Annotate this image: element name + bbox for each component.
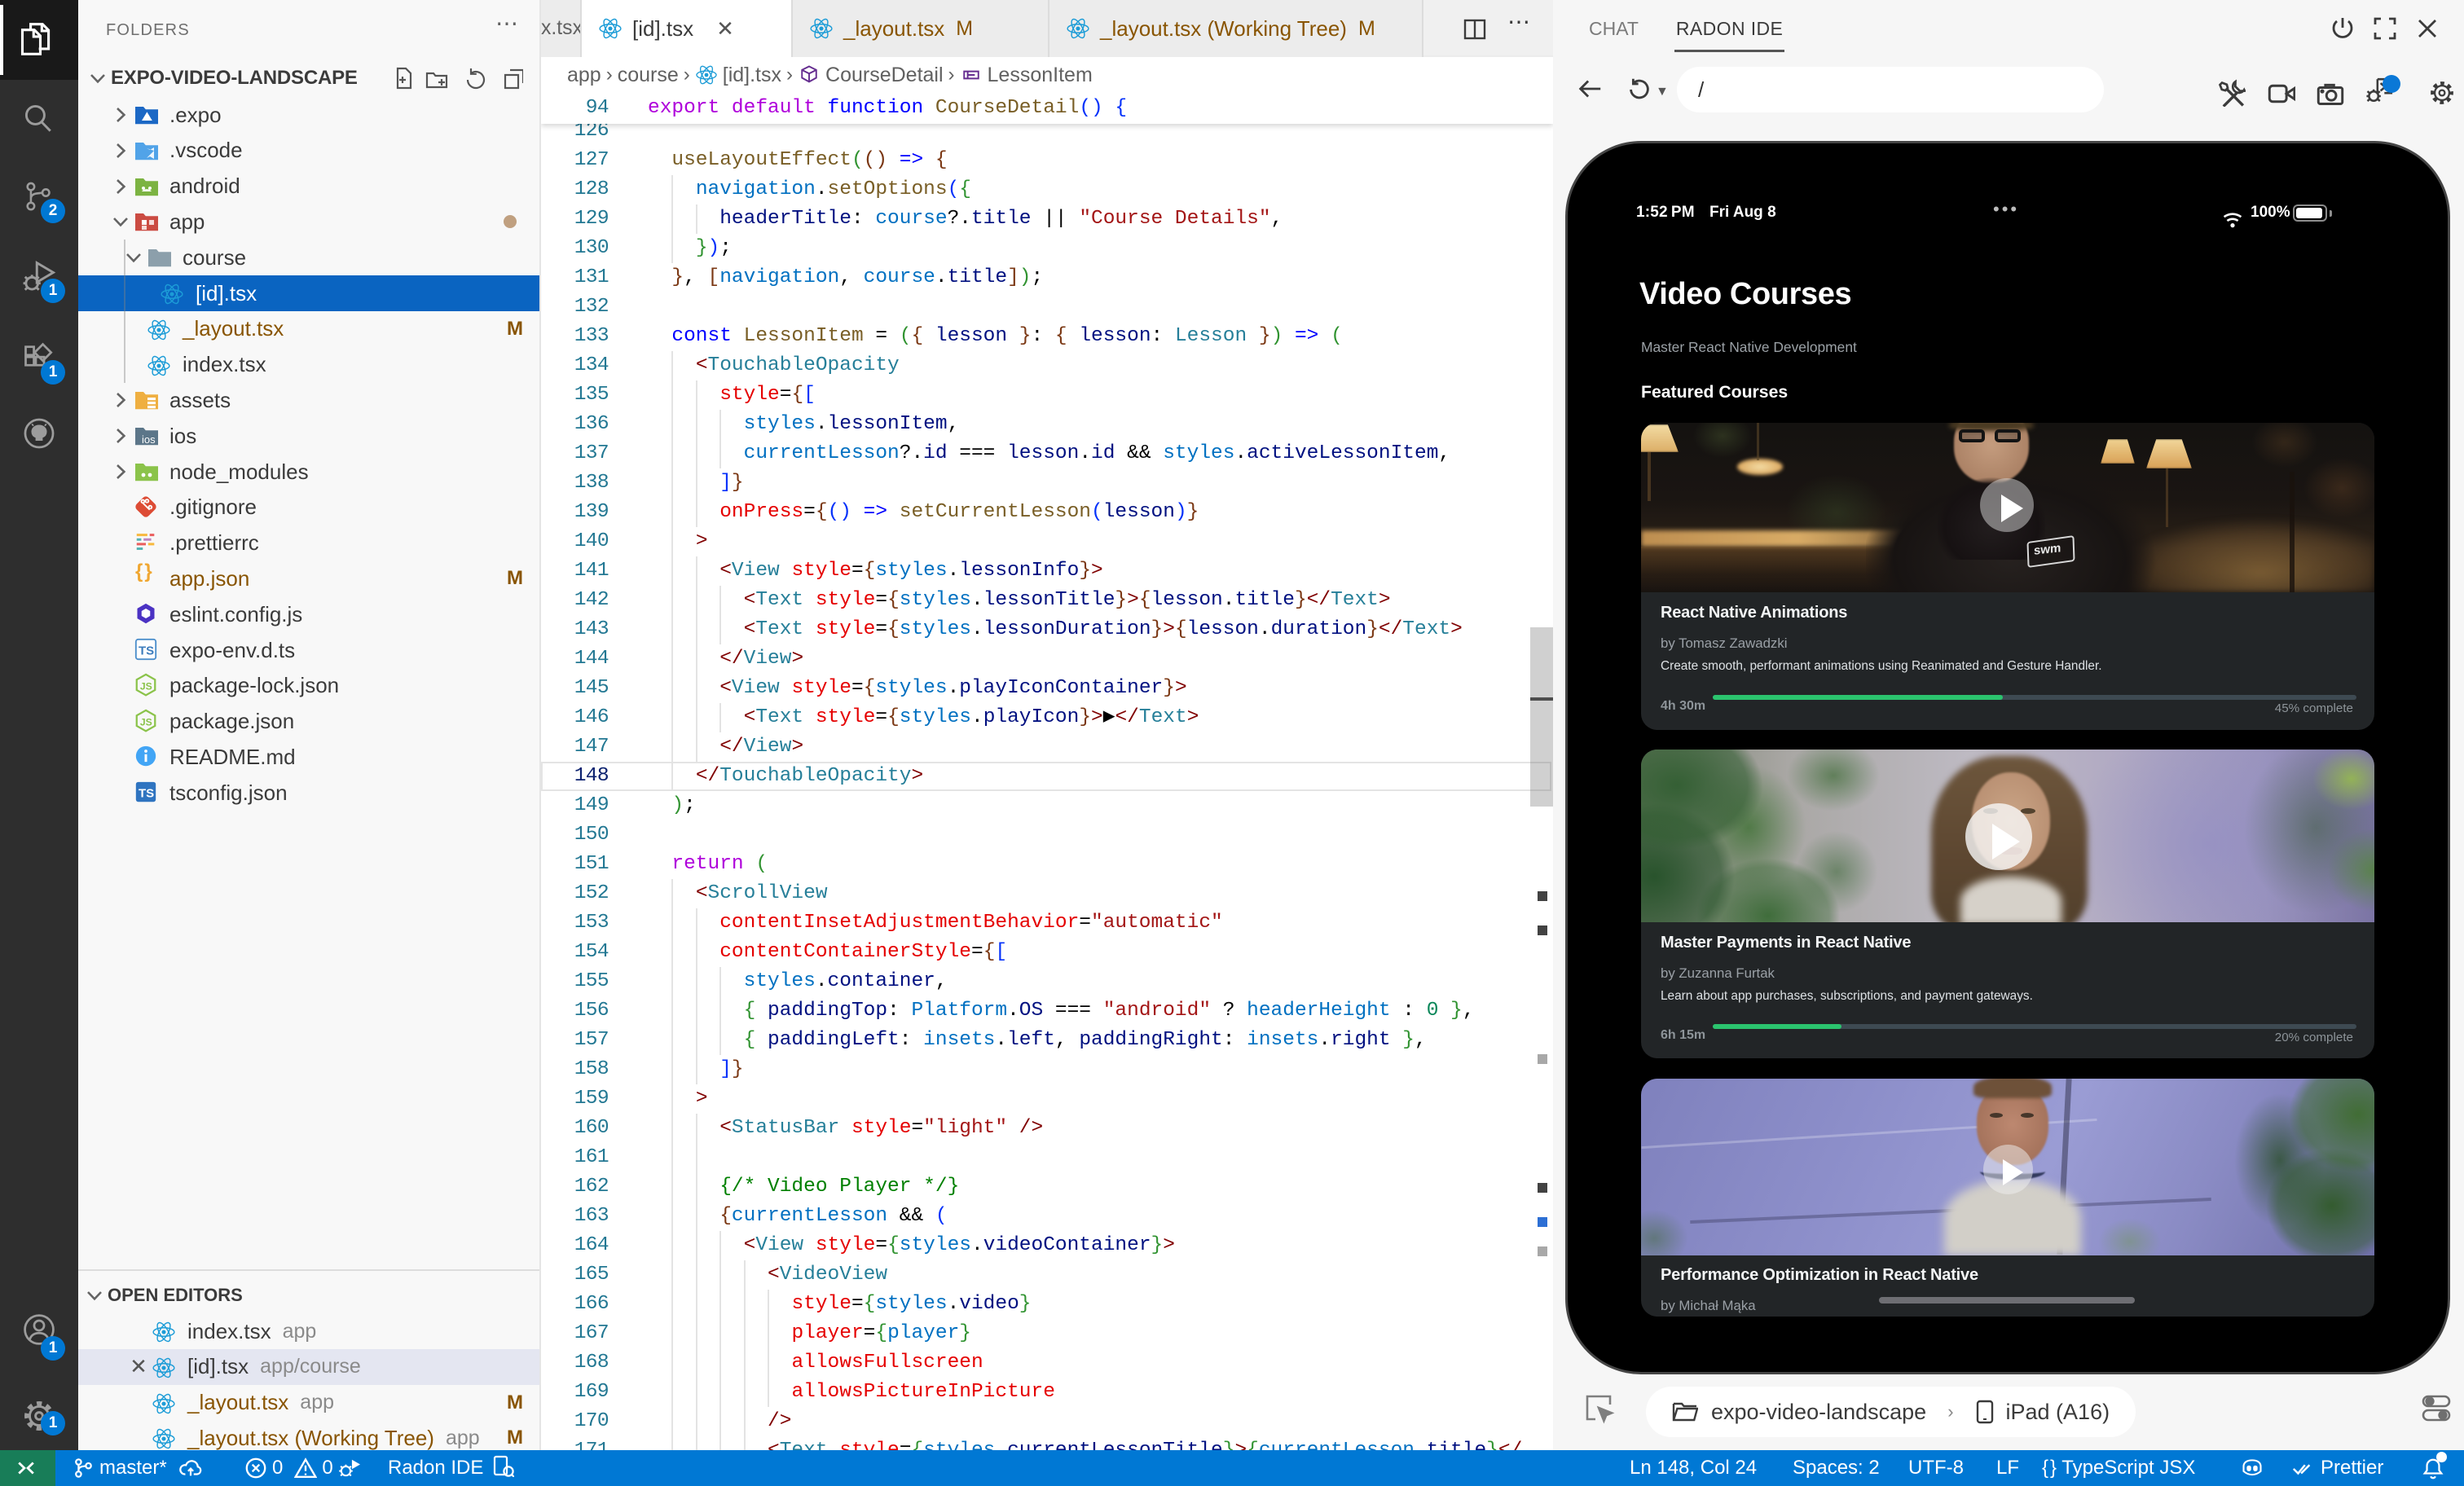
svg-text:ios: ios	[142, 433, 156, 446]
svg-text:TS: TS	[139, 787, 154, 801]
svg-text:JS: JS	[140, 680, 152, 692]
svg-text:JS: JS	[140, 716, 152, 728]
svg-text:TS: TS	[139, 644, 154, 658]
